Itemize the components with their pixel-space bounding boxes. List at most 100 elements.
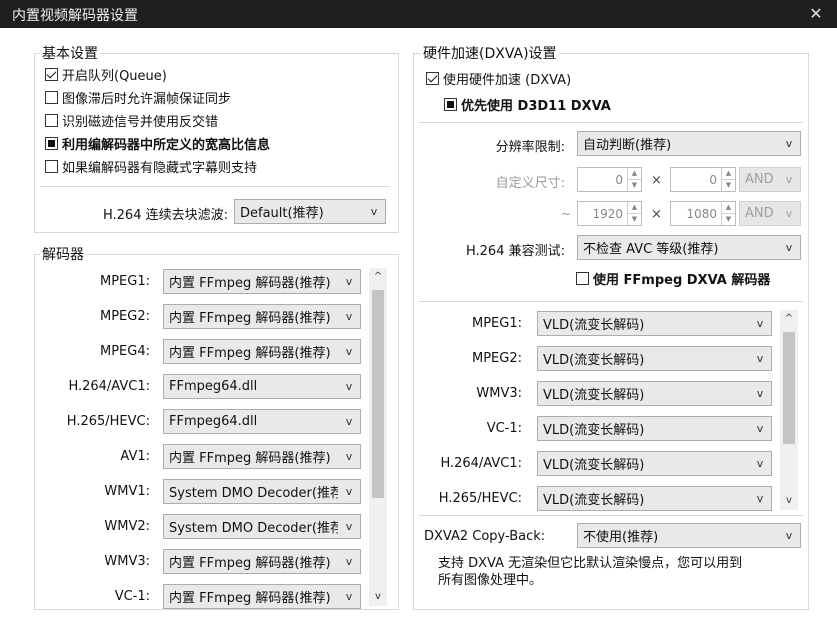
decoder-value: 内置 FFmpeg 解码器(推荐) xyxy=(169,276,331,291)
chevron-down-icon: v xyxy=(756,352,764,365)
min-height-spinner[interactable]: 0 ▲ ▼ xyxy=(670,167,736,192)
dxva-mode-dropdown-mpeg2[interactable]: VLD(流变长解码) v xyxy=(537,346,772,371)
compat-label: H.264 兼容测试: xyxy=(465,244,565,259)
spin-down-icon[interactable]: ▼ xyxy=(722,179,735,191)
decoder-value: 内置 FFmpeg 解码器(推荐) xyxy=(169,591,331,606)
chevron-down-icon: v xyxy=(345,555,353,568)
scroll-up-icon[interactable]: ^ xyxy=(369,268,387,286)
copyback-dropdown[interactable]: 不使用(推荐) v xyxy=(577,523,801,548)
decoder-dropdown-wmv2[interactable]: System DMO Decoder(推荐) v xyxy=(163,514,361,539)
scroll-thumb[interactable] xyxy=(372,290,384,498)
dxva-mode-scrollbar[interactable]: ^ v xyxy=(780,310,798,510)
copyback-info-line-2: 所有图像处理中。 xyxy=(438,573,543,588)
min-and-dropdown[interactable]: AND v xyxy=(739,167,801,192)
close-icon[interactable]: ✕ xyxy=(805,3,827,25)
deinterlace-checkbox[interactable]: 识别磁迹信号并使用反交错 xyxy=(45,110,218,130)
queue-checkbox[interactable]: 开启队列(Queue) xyxy=(45,64,167,84)
copyback-info-text: 支持 DXVA 无渲染但它比默认渲染慢点，您可以用到 所有图像处理中。 xyxy=(438,555,803,589)
compat-dropdown[interactable]: 不检查 AVC 等级(推荐) v xyxy=(577,235,801,260)
decoder-scrollbar[interactable]: ^ v xyxy=(369,268,387,606)
decoder-label-mpeg2: MPEG2: xyxy=(100,309,150,324)
decoder-label-wmv3: WMV3: xyxy=(104,554,150,569)
ffmpeg-dxva-checkbox[interactable]: 使用 FFmpeg DXVA 解码器 xyxy=(576,268,770,288)
chevron-down-icon: v xyxy=(756,457,764,470)
spin-up-icon[interactable]: ▲ xyxy=(628,202,641,213)
decoder-dropdown-vc1[interactable]: 内置 FFmpeg 解码器(推荐) v xyxy=(163,584,361,609)
use-hw-accel-label: 使用硬件加速 (DXVA) xyxy=(443,72,572,88)
decoder-dropdown-wmv3[interactable]: 内置 FFmpeg 解码器(推荐) v xyxy=(163,549,361,574)
max-height-value: 1080 xyxy=(686,206,717,221)
chevron-down-icon: v xyxy=(345,485,353,498)
dxva-mode-dropdown-wmv3[interactable]: VLD(流变长解码) v xyxy=(537,381,772,406)
min-height-value: 0 xyxy=(709,172,717,187)
chevron-down-icon: v xyxy=(785,137,793,150)
deblock-dropdown[interactable]: Default(推荐) v xyxy=(234,199,386,224)
scroll-up-icon[interactable]: ^ xyxy=(780,310,798,328)
dxva-mode-value: VLD(流变长解码) xyxy=(543,493,645,508)
dxva-mode-label-mpeg1: MPEG1: xyxy=(472,316,522,331)
checkbox-indeterminate-icon xyxy=(45,136,58,150)
closed-caption-checkbox[interactable]: 如果编解码器有隐藏式字幕则支持 xyxy=(45,156,257,176)
chevron-down-icon: v xyxy=(345,380,353,393)
resolution-dropdown[interactable]: 自动判断(推荐) v xyxy=(577,131,801,156)
dxva-mode-dropdown-h264[interactable]: VLD(流变长解码) v xyxy=(537,451,772,476)
tilde-glyph: ~ xyxy=(561,207,572,221)
decoder-dropdown-mpeg4[interactable]: 内置 FFmpeg 解码器(推荐) v xyxy=(163,339,361,364)
chevron-down-icon: v xyxy=(785,207,793,220)
frame-drop-checkbox[interactable]: 图像滞后时允许漏帧保证同步 xyxy=(45,87,231,107)
hw-separator-3 xyxy=(419,515,803,516)
decoder-dropdown-mpeg2[interactable]: 内置 FFmpeg 解码器(推荐) v xyxy=(163,304,361,329)
dxva-mode-label-mpeg2: MPEG2: xyxy=(472,351,522,366)
scroll-thumb[interactable] xyxy=(783,332,795,444)
min-width-value: 0 xyxy=(615,172,623,187)
decoder-label-h264: H.264/AVC1: xyxy=(68,379,150,394)
basic-settings-legend: 基本设置 xyxy=(40,43,100,63)
resolution-label: 分辨率限制: xyxy=(495,140,565,155)
dxva-mode-label-vc1: VC-1: xyxy=(486,421,522,436)
decoder-label-wmv1: WMV1: xyxy=(104,484,150,499)
d3d11-checkbox[interactable]: 优先使用 D3D11 DXVA xyxy=(444,94,611,114)
chevron-down-icon: v xyxy=(345,415,353,428)
spin-up-icon[interactable]: ▲ xyxy=(628,168,641,179)
dxva-mode-dropdown-mpeg1[interactable]: VLD(流变长解码) v xyxy=(537,311,772,336)
hw-separator-2 xyxy=(419,301,803,302)
title-bar: 内置视频解码器设置 ✕ xyxy=(0,0,837,28)
max-and-dropdown[interactable]: AND v xyxy=(739,201,801,226)
spin-up-icon[interactable]: ▲ xyxy=(722,168,735,179)
chevron-down-icon: v xyxy=(785,241,793,254)
dxva-mode-dropdown-vc1[interactable]: VLD(流变长解码) v xyxy=(537,416,772,441)
decoder-dropdown-h264[interactable]: FFmpeg64.dll v xyxy=(163,374,361,399)
basic-separator xyxy=(40,186,390,187)
spin-down-icon[interactable]: ▼ xyxy=(722,213,735,225)
aspect-ratio-checkbox[interactable]: 利用编解码器中所定义的宽高比信息 xyxy=(45,133,270,153)
spin-down-icon[interactable]: ▼ xyxy=(628,213,641,225)
chevron-down-icon: v xyxy=(345,310,353,323)
hw-accel-legend: 硬件加速(DXVA)设置 xyxy=(421,43,559,63)
checkbox-unchecked-icon xyxy=(45,159,58,173)
min-width-spinner[interactable]: 0 ▲ ▼ xyxy=(577,167,642,192)
decoder-value: 内置 FFmpeg 解码器(推荐) xyxy=(169,556,331,571)
max-width-spinner[interactable]: 1920 ▲ ▼ xyxy=(577,201,642,226)
dxva-mode-label-wmv3: WMV3: xyxy=(476,386,522,401)
dxva-mode-value: VLD(流变长解码) xyxy=(543,423,645,438)
scroll-down-icon[interactable]: v xyxy=(369,588,387,606)
decoder-dropdown-mpeg1[interactable]: 内置 FFmpeg 解码器(推荐) v xyxy=(163,269,361,294)
and-value: AND xyxy=(745,172,774,187)
resolution-value: 自动判断(推荐) xyxy=(583,138,672,153)
queue-checkbox-label: 开启队列(Queue) xyxy=(62,68,167,84)
decoder-label-mpeg4: MPEG4: xyxy=(100,344,150,359)
checkbox-indeterminate-icon xyxy=(444,97,457,111)
decoder-dropdown-h265[interactable]: FFmpeg64.dll v xyxy=(163,409,361,434)
max-height-spinner[interactable]: 1080 ▲ ▼ xyxy=(670,201,736,226)
decoder-dropdown-av1[interactable]: 内置 FFmpeg 解码器(推荐) v xyxy=(163,444,361,469)
spin-up-icon[interactable]: ▲ xyxy=(722,202,735,213)
decoder-dropdown-wmv1[interactable]: System DMO Decoder(推荐) v xyxy=(163,479,361,504)
dxva-mode-dropdown-h265[interactable]: VLD(流变长解码) v xyxy=(537,486,772,511)
use-hw-accel-checkbox[interactable]: 使用硬件加速 (DXVA) xyxy=(426,68,571,88)
deblock-label: H.264 连续去块滤波: xyxy=(102,208,228,223)
checkbox-checked-icon xyxy=(45,67,58,81)
hw-separator-1 xyxy=(419,122,803,123)
spin-down-icon[interactable]: ▼ xyxy=(628,179,641,191)
scroll-down-icon[interactable]: v xyxy=(780,492,798,510)
deinterlace-checkbox-label: 识别磁迹信号并使用反交错 xyxy=(62,114,219,130)
